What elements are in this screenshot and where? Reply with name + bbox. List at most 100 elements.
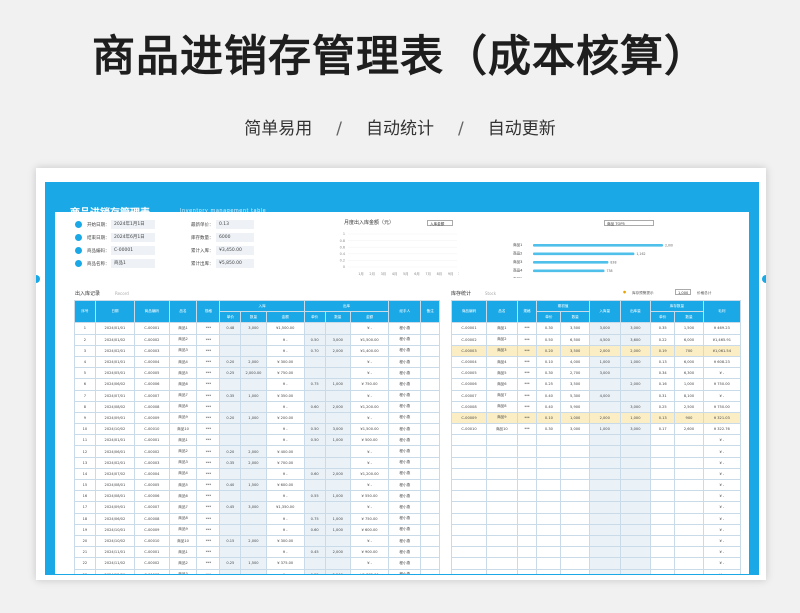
table-row[interactable]: ¥ - bbox=[450, 456, 742, 469]
table-cell: 2,000 bbox=[240, 534, 267, 548]
table-row[interactable]: 21 2024/11/01 C-00001 商品1 *** ¥ -0.45 2,000 ¥ 9… bbox=[74, 546, 440, 559]
table-cell: 4,000 bbox=[588, 389, 621, 402]
table-cell: C-00008 bbox=[134, 400, 170, 413]
table-row[interactable]: 11 2024/01/01 C-00001 商品1 *** ¥ -0.50 1,000 ¥ 5… bbox=[74, 434, 440, 447]
table-row[interactable]: C-00002 商品2 *** 0.50 6,500 4,500 3,600 0.22 6,00… bbox=[450, 333, 742, 346]
table-cell: 商品1 bbox=[486, 322, 518, 335]
table-cell bbox=[486, 501, 518, 514]
table-cell: C-00006 bbox=[134, 378, 170, 391]
table-cell: 12 bbox=[74, 445, 96, 458]
alert-threshold[interactable]: 1,000 bbox=[675, 289, 691, 295]
table-cell: 商品10 bbox=[168, 534, 198, 548]
table-row[interactable]: 8 2024/08/02 C-00008 商品8 *** ¥ -0.60 2,000 ¥1,2… bbox=[74, 400, 440, 413]
table-row[interactable]: C-00005 商品5 *** 0.30 2,700 3,000 0.34 6,300 ¥ - bbox=[450, 367, 742, 380]
table-cell: 商品2 bbox=[168, 445, 198, 458]
table-row[interactable]: ¥ - bbox=[450, 434, 742, 447]
table-cell bbox=[560, 534, 590, 548]
table-row[interactable]: ¥ - bbox=[450, 557, 742, 570]
table-cell: C-00004 bbox=[134, 355, 170, 369]
table-cell: *** bbox=[196, 456, 221, 469]
table-row[interactable]: 3 2024/02/01 C-00003 商品3 *** ¥ -0.70 2,000 ¥1,4… bbox=[74, 344, 440, 357]
table-row[interactable]: C-00009 商品9 *** 0.10 1,000 2,000 1,000 0.13 900 ¥… bbox=[450, 411, 742, 425]
table-row[interactable]: ¥ - bbox=[450, 534, 742, 548]
table-row[interactable]: 16 2024/08/01 C-00006 商品6 *** ¥ -0.55 1,000 ¥ 5… bbox=[74, 490, 440, 503]
table-cell bbox=[420, 445, 440, 458]
table-row[interactable]: 12 2024/06/01 C-00002 商品2 *** 0.20 2,000 ¥ 400.… bbox=[74, 445, 440, 458]
table-cell bbox=[674, 478, 704, 492]
table-cell: ¥ 600.00 bbox=[349, 523, 390, 536]
table-cell: 22 bbox=[74, 557, 96, 570]
table-row[interactable]: ¥ - bbox=[450, 490, 742, 503]
table-row[interactable]: ¥ - bbox=[450, 445, 742, 458]
table-cell: *** bbox=[196, 344, 221, 357]
table-cell: C-00005 bbox=[134, 367, 170, 380]
table-cell: 10 bbox=[74, 423, 96, 436]
table-cell: 1,000 bbox=[324, 434, 351, 447]
table-row[interactable]: ¥ - bbox=[450, 568, 742, 574]
table-cell: 1,000 bbox=[560, 411, 590, 425]
table-cell: *** bbox=[516, 411, 538, 425]
table-cell: C-00010 bbox=[134, 534, 170, 548]
table-row[interactable]: ¥ - bbox=[450, 512, 742, 525]
info-value[interactable]: 2024年6月1日 bbox=[111, 233, 155, 242]
table-row[interactable]: 14 2024/07/02 C-00004 商品4 *** ¥ -0.60 2,000 ¥1,… bbox=[74, 467, 440, 481]
table-row[interactable]: 19 2024/10/01 C-00009 商品9 *** ¥ -0.60 1,000 ¥ 6… bbox=[74, 523, 440, 536]
table-row[interactable]: 2 2024/01/02 C-00002 商品2 *** ¥ -0.50 3,000 ¥1,5… bbox=[74, 333, 440, 346]
table-cell: *** bbox=[516, 423, 538, 436]
table-cell: 程小燕 bbox=[388, 434, 422, 447]
table-row[interactable]: 18 2024/06/02 C-00008 商品8 *** ¥ -0.75 1,000 ¥ 7… bbox=[74, 512, 440, 525]
table-cell bbox=[588, 378, 621, 391]
table-row[interactable]: ¥ - bbox=[450, 546, 742, 559]
header-row: 商品编码 品名 规格 期初值 入库量 出库量 库存数量 毛利 bbox=[450, 299, 742, 324]
table-row[interactable]: ¥ - bbox=[450, 501, 742, 514]
table-cell bbox=[420, 389, 440, 402]
table-cell: ¥ - bbox=[702, 523, 742, 536]
table-row[interactable]: 1 2024/01/01 C-00001 商品1 *** 0.48 3,000 ¥1,500.… bbox=[74, 322, 440, 335]
table-row[interactable]: C-00004 商品4 *** 0.10 4,000 1,000 1,000 0.13 6,00… bbox=[450, 355, 742, 369]
table-cell bbox=[674, 512, 704, 525]
table-cell: ¥ - bbox=[265, 400, 305, 413]
table-row[interactable]: 15 2024/08/01 C-00005 商品5 *** 0.40 1,500 ¥ 600.… bbox=[74, 478, 440, 492]
table-row[interactable]: C-00003 商品3 *** 0.20 3,500 2,000 2,000 0.19 700 ¥… bbox=[450, 344, 742, 357]
table-cell bbox=[516, 478, 538, 492]
table-cell: *** bbox=[196, 367, 221, 380]
table-row[interactable]: 17 2024/09/01 C-00007 商品7 *** 0.45 3,000 ¥1,350… bbox=[74, 501, 440, 514]
table-cell: 程小燕 bbox=[388, 423, 422, 436]
table-row[interactable]: 10 2024/10/02 C-00010 商品10 *** ¥ -0.50 3,000 ¥1… bbox=[74, 423, 440, 436]
table-row[interactable]: 13 2024/02/01 C-00003 商品3 *** 0.35 2,000 ¥ 700.… bbox=[74, 456, 440, 469]
table-row[interactable]: C-00010 商品10 *** 0.30 3,000 1,000 3,000 0.17 2,6… bbox=[450, 423, 742, 436]
info-label: 结束日期： bbox=[87, 236, 110, 241]
table-row[interactable]: ¥ - bbox=[450, 467, 742, 481]
table-row[interactable]: 5 2024/05/01 C-00005 商品5 *** 0.25 2,000.00 ¥ 75… bbox=[74, 367, 440, 380]
table-cell bbox=[486, 568, 518, 574]
table-cell bbox=[486, 512, 518, 525]
table-cell: 1,000 bbox=[674, 378, 704, 391]
table-cell bbox=[324, 445, 351, 458]
table-cell: 商品9 bbox=[168, 523, 198, 536]
table-row[interactable]: 22 2024/11/02 C-00002 商品2 *** 0.25 1,500 ¥ 375.… bbox=[74, 557, 440, 570]
table-cell: 1,500 bbox=[674, 322, 704, 335]
table-row[interactable]: C-00007 商品7 *** 0.40 5,300 4,000 0.31 8,100 ¥ - bbox=[450, 389, 742, 402]
table-cell: 0.55 bbox=[303, 490, 326, 503]
table-row[interactable]: C-00001 商品1 *** 0.30 3,500 3,000 3,000 0.35 1,50… bbox=[450, 322, 742, 335]
table-row[interactable]: ¥ - bbox=[450, 523, 742, 536]
table-cell bbox=[450, 434, 488, 447]
table-row[interactable]: 9 2024/09/01 C-00009 商品9 *** 0.20 1,000 ¥ 200.0… bbox=[74, 411, 440, 425]
info-value[interactable]: C-00001 bbox=[111, 246, 155, 255]
info-value[interactable]: 2024年1月1日 bbox=[111, 220, 155, 229]
table-row[interactable]: 20 2024/10/02 C-00010 商品10 *** 0.15 2,000 ¥ 300… bbox=[74, 534, 440, 548]
table-row[interactable]: 4 2024/01/01 C-00004 商品4 *** 0.20 2,000 ¥ 300.0… bbox=[74, 355, 440, 369]
table-row[interactable]: C-00006 商品6 *** 0.25 3,500 2,000 0.16 1,000 ¥ 75… bbox=[450, 378, 742, 391]
table-cell: 程小燕 bbox=[388, 322, 422, 335]
table-cell: 0.25 bbox=[219, 557, 242, 570]
table-cell bbox=[450, 456, 488, 469]
table-cell: ¥ - bbox=[702, 389, 742, 402]
table-row[interactable]: 6 2024/06/02 C-00006 商品6 *** ¥ -0.75 1,000 ¥ 75… bbox=[74, 378, 440, 391]
info-value[interactable]: 商品1 bbox=[111, 259, 155, 268]
table-row[interactable]: C-00008 商品8 *** 0.40 5,900 3,000 0.25 2,500 ¥ 75… bbox=[450, 400, 742, 413]
table-row[interactable]: 232024/12/01C-00003商品3*** ¥ -0.552,500¥1,… bbox=[74, 568, 440, 574]
table-cell: *** bbox=[196, 333, 221, 346]
table-cell: 0.10 bbox=[536, 355, 562, 369]
table-row[interactable]: ¥ - bbox=[450, 478, 742, 492]
table-row[interactable]: 7 2024/07/01 C-00007 商品7 *** 0.35 1,000 ¥ 350.0… bbox=[74, 389, 440, 402]
